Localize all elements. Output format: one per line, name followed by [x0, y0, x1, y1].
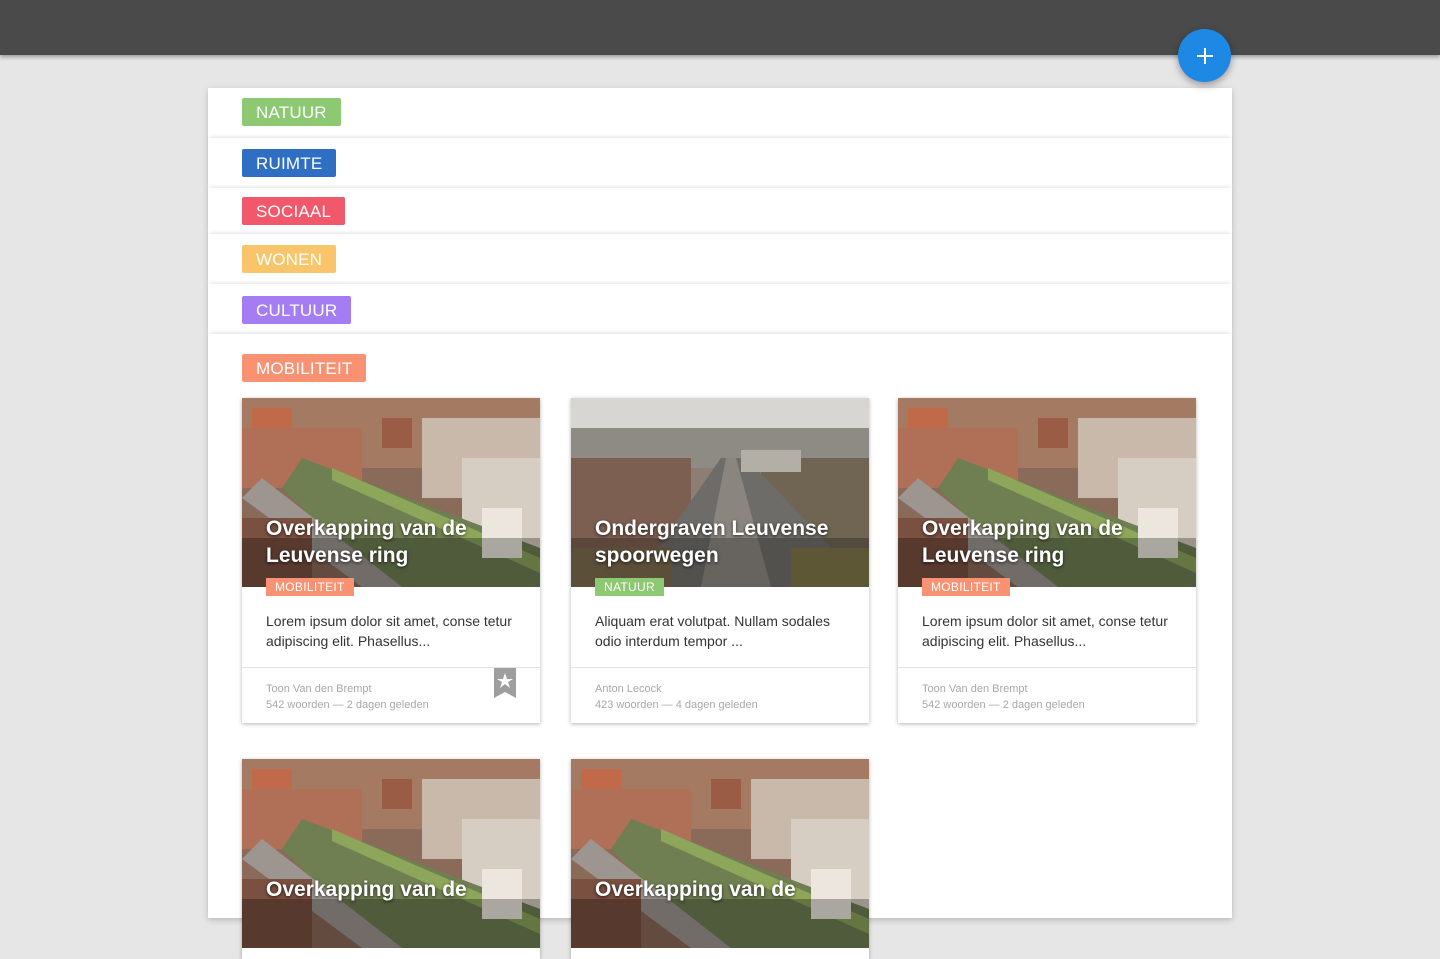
article-title: Overkapping van de	[266, 878, 467, 901]
category-panel: NATUUR RUIMTE SOCIAAL WONEN CULTUUR MOBI…	[208, 88, 1232, 959]
article-card[interactable]: Overkapping van de	[571, 759, 869, 959]
article-card[interactable]: Overkapping van de	[242, 759, 540, 959]
article-excerpt: Aliquam erat volutpat. Nullam sodales od…	[595, 613, 831, 649]
article-author: Anton Lecock	[595, 683, 662, 695]
article-image: Overkapping van de	[242, 759, 540, 948]
article-excerpt: Lorem ipsum dolor sit amet, conse tetur …	[266, 613, 512, 649]
article-card[interactable]: Overkapping van de Leuvense ring MOBILIT…	[242, 398, 540, 723]
article-category-badge: MOBILITEIT	[266, 578, 354, 596]
article-footer: Anton Lecock 423 woorden — 4 dagen geled…	[571, 668, 869, 723]
article-category-badge: NATUUR	[595, 578, 664, 596]
article-author: Toon Van den Brempt	[266, 683, 372, 695]
add-button[interactable]	[1178, 29, 1231, 82]
star-bookmark-icon[interactable]	[494, 668, 516, 698]
category-row-cultuur: CULTUUR	[208, 284, 1232, 334]
article-meta: 542 woorden — 2 dagen geleden	[922, 699, 1085, 711]
article-excerpt: Lorem ipsum dolor sit amet, conse tetur …	[922, 613, 1168, 649]
category-row-wonen: WONEN	[208, 234, 1232, 284]
category-section-mobiliteit: MOBILITEIT Overkapping van de Leuvense r…	[208, 334, 1232, 959]
plus-icon	[1196, 47, 1213, 64]
article-title: Overkapping van de	[595, 878, 796, 901]
article-author: Toon Van den Brempt	[922, 683, 1028, 695]
article-title: Overkapping van de Leuvense ring	[922, 517, 1123, 567]
article-meta: 542 woorden — 2 dagen geleden	[266, 699, 429, 711]
category-tag-mobiliteit[interactable]: MOBILITEIT	[242, 354, 367, 382]
category-tag-ruimte[interactable]: RUIMTE	[242, 149, 337, 177]
article-meta: 423 woorden — 4 dagen geleden	[595, 699, 758, 711]
city-aerial-image	[571, 759, 869, 948]
article-title: Overkapping van de Leuvense ring	[266, 517, 467, 567]
category-tag-wonen[interactable]: WONEN	[242, 245, 337, 273]
article-image: Overkapping van de Leuvense ring	[898, 398, 1196, 587]
category-tag-natuur[interactable]: NATUUR	[242, 98, 341, 126]
category-row-sociaal: SOCIAAL	[208, 188, 1232, 234]
article-title: Ondergraven Leuvense spoorwegen	[595, 517, 829, 567]
article-card[interactable]: Ondergraven Leuvense spoorwegen NATUUR A…	[571, 398, 869, 723]
article-footer: Toon Van den Brempt 542 woorden — 2 dage…	[898, 668, 1196, 723]
category-tag-cultuur[interactable]: CULTUUR	[242, 296, 352, 324]
article-category-badge: MOBILITEIT	[922, 578, 1010, 596]
article-card[interactable]: Overkapping van de Leuvense ring MOBILIT…	[898, 398, 1196, 723]
article-image: Overkapping van de	[571, 759, 869, 948]
category-row-natuur: NATUUR	[208, 88, 1232, 138]
city-aerial-image	[242, 759, 540, 948]
article-image: Overkapping van de Leuvense ring	[242, 398, 540, 587]
category-row-ruimte: RUIMTE	[208, 138, 1232, 188]
category-tag-sociaal[interactable]: SOCIAAL	[242, 197, 346, 225]
article-footer: Toon Van den Brempt 542 woorden — 2 dage…	[242, 668, 540, 723]
article-image: Ondergraven Leuvense spoorwegen	[571, 398, 869, 587]
